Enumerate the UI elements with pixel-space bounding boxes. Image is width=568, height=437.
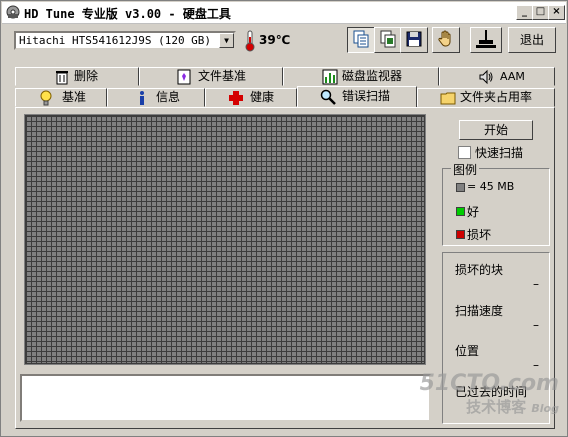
monitor-chart-icon [322,69,338,85]
info-icon [134,90,150,106]
damaged-blocks-label: 损坏的块 [455,263,504,277]
tab-info-label: 信息 [156,90,181,104]
tab-health-label: 健康 [250,90,275,104]
watermark-sub: 技术博客 [466,398,527,416]
tab-disk-monitor-label: 磁盘监视器 [342,69,403,83]
exit-button[interactable]: 退出 [508,27,556,53]
legend-damaged-swatch [456,230,465,239]
options-button[interactable] [432,27,460,53]
bulb-icon [38,90,54,106]
tab-disk-monitor[interactable]: 磁盘监视器 [283,67,439,86]
legend-group: 图例 = 45 MB 好 损坏 [442,161,550,246]
legend-block-size: = 45 MB [467,180,515,193]
tab-benchmark-label: 基准 [62,90,87,104]
speaker-icon [478,69,494,85]
tab-info[interactable]: 信息 [107,88,205,107]
copy-screenshot-button[interactable] [374,27,402,53]
legend-block-swatch [456,183,465,192]
tab-file-benchmark-label: 文件基准 [198,69,247,83]
legend-good-swatch [456,207,465,216]
shutdown-button[interactable] [470,27,502,53]
save-button[interactable] [400,27,428,53]
tab-error-scan[interactable]: 错误扫描 [297,86,417,107]
legend-title: 图例 [451,161,480,178]
legend-damaged-label: 损坏 [467,228,492,242]
minimize-button[interactable]: _ [516,5,533,20]
tab-health[interactable]: 健康 [205,88,297,107]
scan-speed-value: – [533,318,539,332]
thermometer-icon [245,30,255,55]
tab-aam[interactable]: AAM [439,67,555,86]
tab-erase-label: 删除 [74,69,99,83]
watermark-sub-row: 技术博客 Blog [420,396,559,417]
chevron-down-icon[interactable]: ▼ [219,33,234,48]
legend-good-label: 好 [467,205,480,219]
copy-text-icon [352,30,370,51]
power-plug-icon [475,29,497,52]
app-disk-icon [6,5,20,19]
watermark-blog: Blog [531,402,559,415]
tab-benchmark[interactable]: 基准 [15,88,107,107]
block-map-grid [26,116,424,363]
tab-folder-usage-label: 文件夹占用率 [460,90,533,104]
maximize-button[interactable]: □ [532,5,549,20]
temperature-value: 39℃ [259,33,291,47]
quick-scan-label: 快速扫描 [475,146,524,160]
file-benchmark-icon [176,69,192,85]
damaged-blocks-value: – [533,277,539,291]
position-value: – [533,358,539,372]
hand-tool-icon [437,30,455,51]
folder-icon [440,90,456,106]
window-title: HD Tune 专业版 v3.00 - 硬盘工具 [24,7,231,21]
tab-aam-label: AAM [500,70,525,83]
app-window: HD Tune 专业版 v3.00 - 硬盘工具 _ □ × Hitachi H… [0,0,568,437]
block-map [24,114,426,365]
red-cross-icon [228,90,244,106]
copy-info-button[interactable] [347,27,375,53]
trash-icon [54,69,70,85]
drive-select-value: Hitachi HTS541612J9S (120 GB) [19,34,212,47]
scan-speed-label: 扫描速度 [455,304,504,318]
tab-file-benchmark[interactable]: 文件基准 [139,67,283,86]
watermark-site: 51CTO.com [419,371,559,396]
floppy-disk-icon [405,30,423,51]
start-button[interactable]: 开始 [459,120,533,140]
tab-erase[interactable]: 删除 [15,67,139,86]
checkbox-box[interactable] [458,146,471,159]
position-label: 位置 [455,344,480,358]
tab-error-scan-label: 错误扫描 [342,89,391,103]
watermark: 51CTO.com 技术博客 Blog [420,371,559,417]
title-bar: HD Tune 专业版 v3.00 - 硬盘工具 _ □ × [2,2,566,24]
scan-log[interactable] [20,374,431,422]
magnifier-icon [320,89,336,105]
copy-image-icon [379,30,397,51]
toolbar: Hitachi HTS541612J9S (120 GB) ▼ 39℃ 退出 [2,24,566,62]
drive-select[interactable]: Hitachi HTS541612J9S (120 GB) ▼ [14,31,236,50]
close-button[interactable]: × [548,5,565,20]
tab-folder-usage[interactable]: 文件夹占用率 [417,88,555,107]
